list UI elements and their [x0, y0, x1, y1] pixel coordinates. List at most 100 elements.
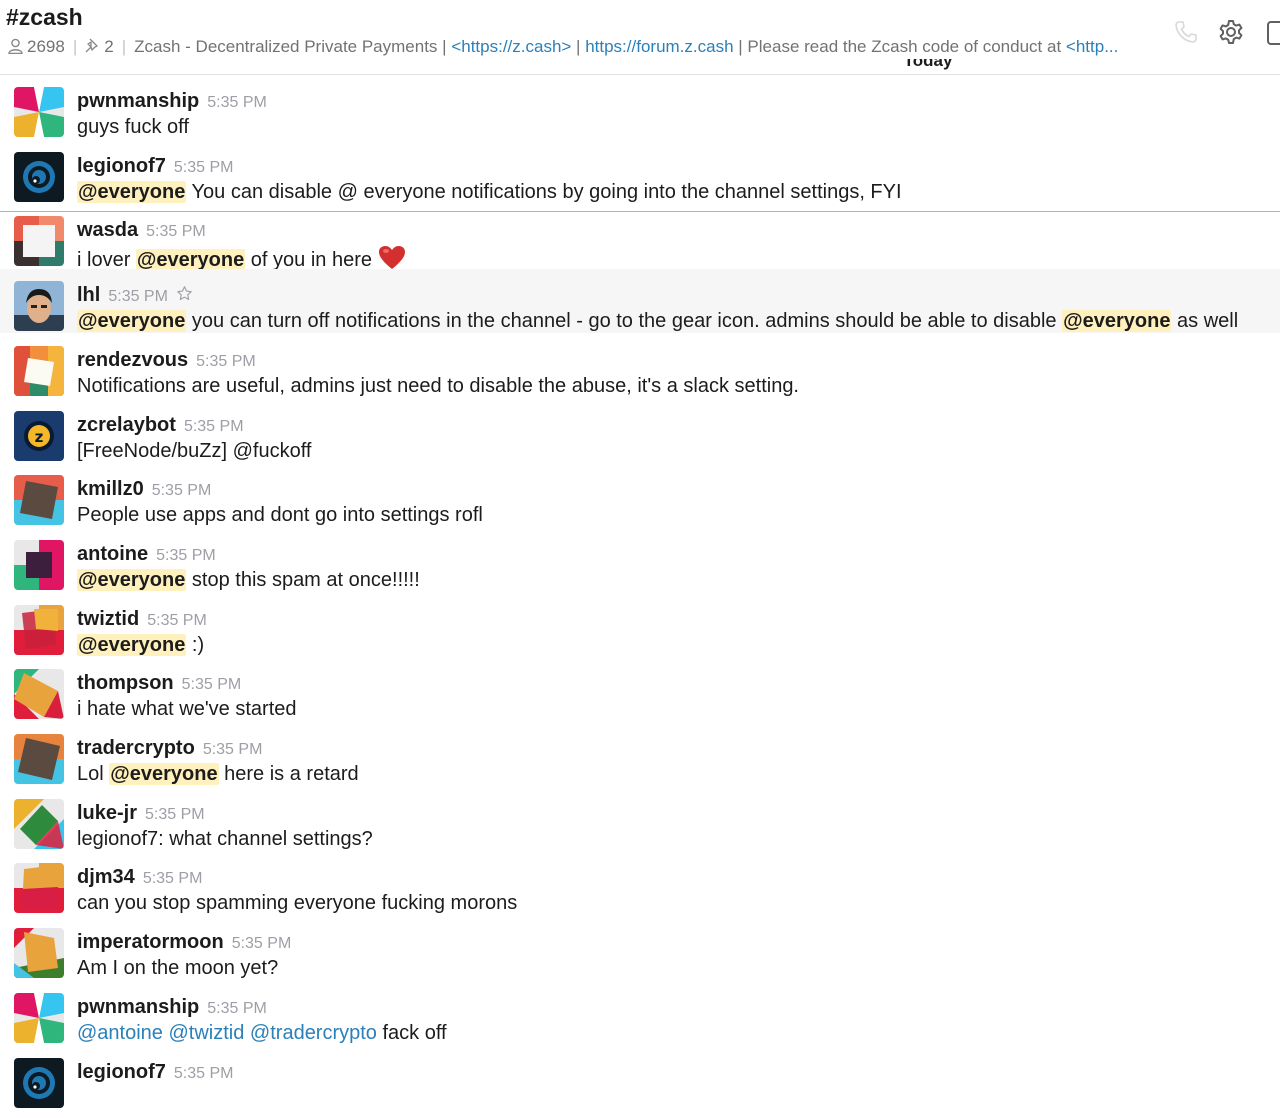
message-row[interactable]: antoine 5:35 PM @everyone stop this spam a… — [0, 528, 1280, 592]
message-row[interactable]: pwnmanship 5:35 PM @antoine @twiztid @trad… — [0, 981, 1280, 1045]
star-icon[interactable] — [176, 285, 193, 302]
message-row[interactable]: twiztid 5:35 PM @everyone :) — [0, 593, 1280, 657]
timestamp[interactable]: 5:35 PM — [152, 482, 212, 499]
avatar[interactable]: z — [14, 411, 64, 461]
timestamp[interactable]: 5:35 PM — [108, 288, 168, 305]
message-header: tradercrypto 5:35 PM — [77, 737, 262, 760]
timestamp[interactable]: 5:35 PM — [147, 612, 207, 629]
username[interactable]: twiztid — [77, 608, 139, 630]
user-mention[interactable]: @tradercrypto — [250, 1022, 377, 1044]
timestamp[interactable]: 5:35 PM — [207, 94, 267, 111]
everyone-mention[interactable]: @everyone — [77, 634, 187, 656]
message-row[interactable]: luke-jr 5:35 PM legionof7: what channel se… — [0, 787, 1280, 851]
avatar[interactable] — [14, 87, 64, 137]
message-header: zcrelaybot 5:35 PM — [77, 414, 244, 437]
username[interactable]: legionof7 — [77, 155, 166, 177]
username[interactable]: thompson — [77, 672, 174, 694]
username[interactable]: rendezvous — [77, 349, 188, 371]
username[interactable]: antoine — [77, 543, 148, 565]
message-text: Notifications are useful, admins just ne… — [77, 375, 799, 398]
avatar[interactable] — [14, 863, 64, 913]
message-row[interactable]: lhl 5:35 PM @everyone you can turn off not… — [0, 269, 1280, 333]
message-row[interactable]: tradercrypto 5:35 PM Lol @everyone here is… — [0, 722, 1280, 786]
user-mention[interactable]: @antoine — [77, 1022, 163, 1044]
member-icon — [8, 38, 23, 54]
avatar[interactable] — [14, 928, 64, 978]
avatar[interactable] — [14, 540, 64, 590]
message-row[interactable]: djm34 5:35 PM can you stop spamming everyo… — [0, 851, 1280, 915]
pin-icon — [85, 38, 98, 53]
timestamp[interactable]: 5:35 PM — [182, 676, 242, 693]
timestamp[interactable]: 5:35 PM — [203, 741, 263, 758]
avatar[interactable] — [14, 734, 64, 784]
timestamp[interactable]: 5:35 PM — [174, 1065, 234, 1082]
message-row[interactable]: imperatormoon 5:35 PM Am I on the moon yet… — [0, 916, 1280, 980]
timestamp[interactable]: 5:35 PM — [146, 223, 206, 240]
avatar[interactable] — [14, 281, 64, 331]
message-row[interactable]: kmillz0 5:35 PM People use apps and dont g… — [0, 463, 1280, 527]
timestamp[interactable]: 5:35 PM — [143, 870, 203, 887]
message-row[interactable]: legionof7 5:35 PM — [0, 1046, 1280, 1110]
channel-title[interactable]: #zcash — [6, 4, 83, 31]
avatar[interactable] — [14, 475, 64, 525]
message-row[interactable]: pwnmanship 5:35 PM guys fuck off — [0, 75, 1280, 139]
timestamp[interactable]: 5:35 PM — [232, 935, 292, 952]
topic-link[interactable]: <https://z.cash> — [451, 37, 571, 56]
avatar[interactable] — [14, 216, 64, 266]
username[interactable]: djm34 — [77, 866, 135, 888]
message-header: djm34 5:35 PM — [77, 866, 202, 889]
username[interactable]: legionof7 — [77, 1061, 166, 1083]
avatar[interactable] — [14, 799, 64, 849]
username[interactable]: wasda — [77, 219, 138, 241]
message-row[interactable]: rendezvous 5:35 PM Notifications are usefu… — [0, 334, 1280, 398]
avatar[interactable] — [14, 669, 64, 719]
gear-icon[interactable] — [1217, 18, 1245, 46]
message-row[interactable]: z zcrelaybot 5:35 PM [FreeNode/buZz] @fucko… — [0, 399, 1280, 463]
avatar[interactable] — [14, 152, 64, 202]
message-header: lhl 5:35 PM — [77, 284, 193, 307]
avatar[interactable] — [14, 1058, 64, 1108]
message-text-segment: :) — [186, 634, 205, 656]
username[interactable]: lhl — [77, 284, 100, 306]
member-count[interactable]: 2698 — [8, 37, 65, 56]
details-panel-icon[interactable] — [1262, 18, 1280, 46]
avatar[interactable] — [14, 993, 64, 1043]
timestamp[interactable]: 5:35 PM — [174, 159, 234, 176]
svg-text:z: z — [35, 428, 44, 446]
phone-icon[interactable] — [1172, 18, 1200, 46]
message-text-segment: You can disable @ everyone notifications… — [186, 181, 902, 203]
username[interactable]: pwnmanship — [77, 996, 199, 1018]
channel-meta: 2698 | 2 | Zcash - Decentralized Private Pay… — [8, 37, 1160, 57]
everyone-mention[interactable]: @everyone — [135, 249, 246, 271]
message-row[interactable]: thompson 5:35 PM i hate what we've started — [0, 657, 1280, 721]
timestamp[interactable]: 5:35 PM — [196, 353, 256, 370]
message-header: kmillz0 5:35 PM — [77, 478, 211, 501]
avatar[interactable] — [14, 346, 64, 396]
everyone-mention[interactable]: @everyone — [109, 763, 219, 785]
username[interactable]: kmillz0 — [77, 478, 144, 500]
timestamp[interactable]: 5:35 PM — [156, 547, 216, 564]
channel-header: #zcash 2698 | 2 | Zcash - Decentralized Priv… — [0, 0, 1280, 75]
username[interactable]: pwnmanship — [77, 90, 199, 112]
username[interactable]: luke-jr — [77, 802, 137, 824]
message-header: legionof7 5:35 PM — [77, 155, 233, 178]
username[interactable]: zcrelaybot — [77, 414, 176, 436]
user-mention[interactable]: @twiztid — [168, 1022, 244, 1044]
message-text: can you stop spamming everyone fucking m… — [77, 892, 517, 915]
timestamp[interactable]: 5:35 PM — [145, 806, 205, 823]
message-row[interactable]: wasda 5:35 PM i lover @everyone of you in … — [0, 204, 1280, 271]
avatar[interactable] — [14, 605, 64, 655]
everyone-mention[interactable]: @everyone — [77, 181, 187, 203]
timestamp[interactable]: 5:35 PM — [184, 418, 244, 435]
message-row[interactable]: legionof7 5:35 PM @everyone You can disabl… — [0, 140, 1280, 204]
everyone-mention[interactable]: @everyone — [77, 569, 187, 591]
topic-link[interactable]: https://forum.z.cash — [585, 37, 733, 56]
timestamp[interactable]: 5:35 PM — [207, 1000, 267, 1017]
username[interactable]: tradercrypto — [77, 737, 195, 759]
everyone-mention[interactable]: @everyone — [77, 310, 187, 332]
username[interactable]: imperatormoon — [77, 931, 224, 953]
topic-link[interactable]: <http... — [1066, 37, 1118, 56]
pinned-count[interactable]: 2 — [85, 37, 114, 56]
everyone-mention[interactable]: @everyone — [1062, 310, 1172, 332]
message-text-segment: stop this spam at once!!!!! — [186, 569, 420, 591]
